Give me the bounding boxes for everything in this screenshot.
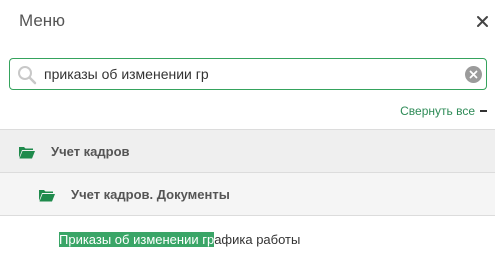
clear-icon [469,70,478,79]
folder-open-icon [39,190,55,202]
menu-title: Меню [19,11,65,30]
menu-item-label-rest: афика работы [214,232,301,247]
tree-folder-label: Учет кадров. Документы [71,187,230,202]
collapse-all-label: Свернуть все [400,104,475,118]
tree-folder-hr-documents[interactable]: Учет кадров. Документы [0,172,495,216]
tree-folder-label: Учет кадров [51,144,130,159]
collapse-all-button[interactable]: Свернуть все [400,102,487,120]
minus-icon [480,110,487,112]
close-button[interactable] [474,13,492,31]
search-box [9,58,487,90]
search-icon [18,66,37,85]
close-icon [477,16,488,27]
menu-item-link[interactable]: Приказы об изменении графика работы [59,232,300,247]
clear-search-button[interactable] [465,66,482,83]
folder-open-icon [19,147,35,159]
tree-folder-hr[interactable]: Учет кадров [0,129,495,173]
search-match-highlight: Приказы об изменении гр [59,232,215,247]
menu-header: Меню [0,0,495,44]
tree-item: Приказы об изменении графика работы [0,215,495,261]
search-input[interactable] [44,63,454,85]
